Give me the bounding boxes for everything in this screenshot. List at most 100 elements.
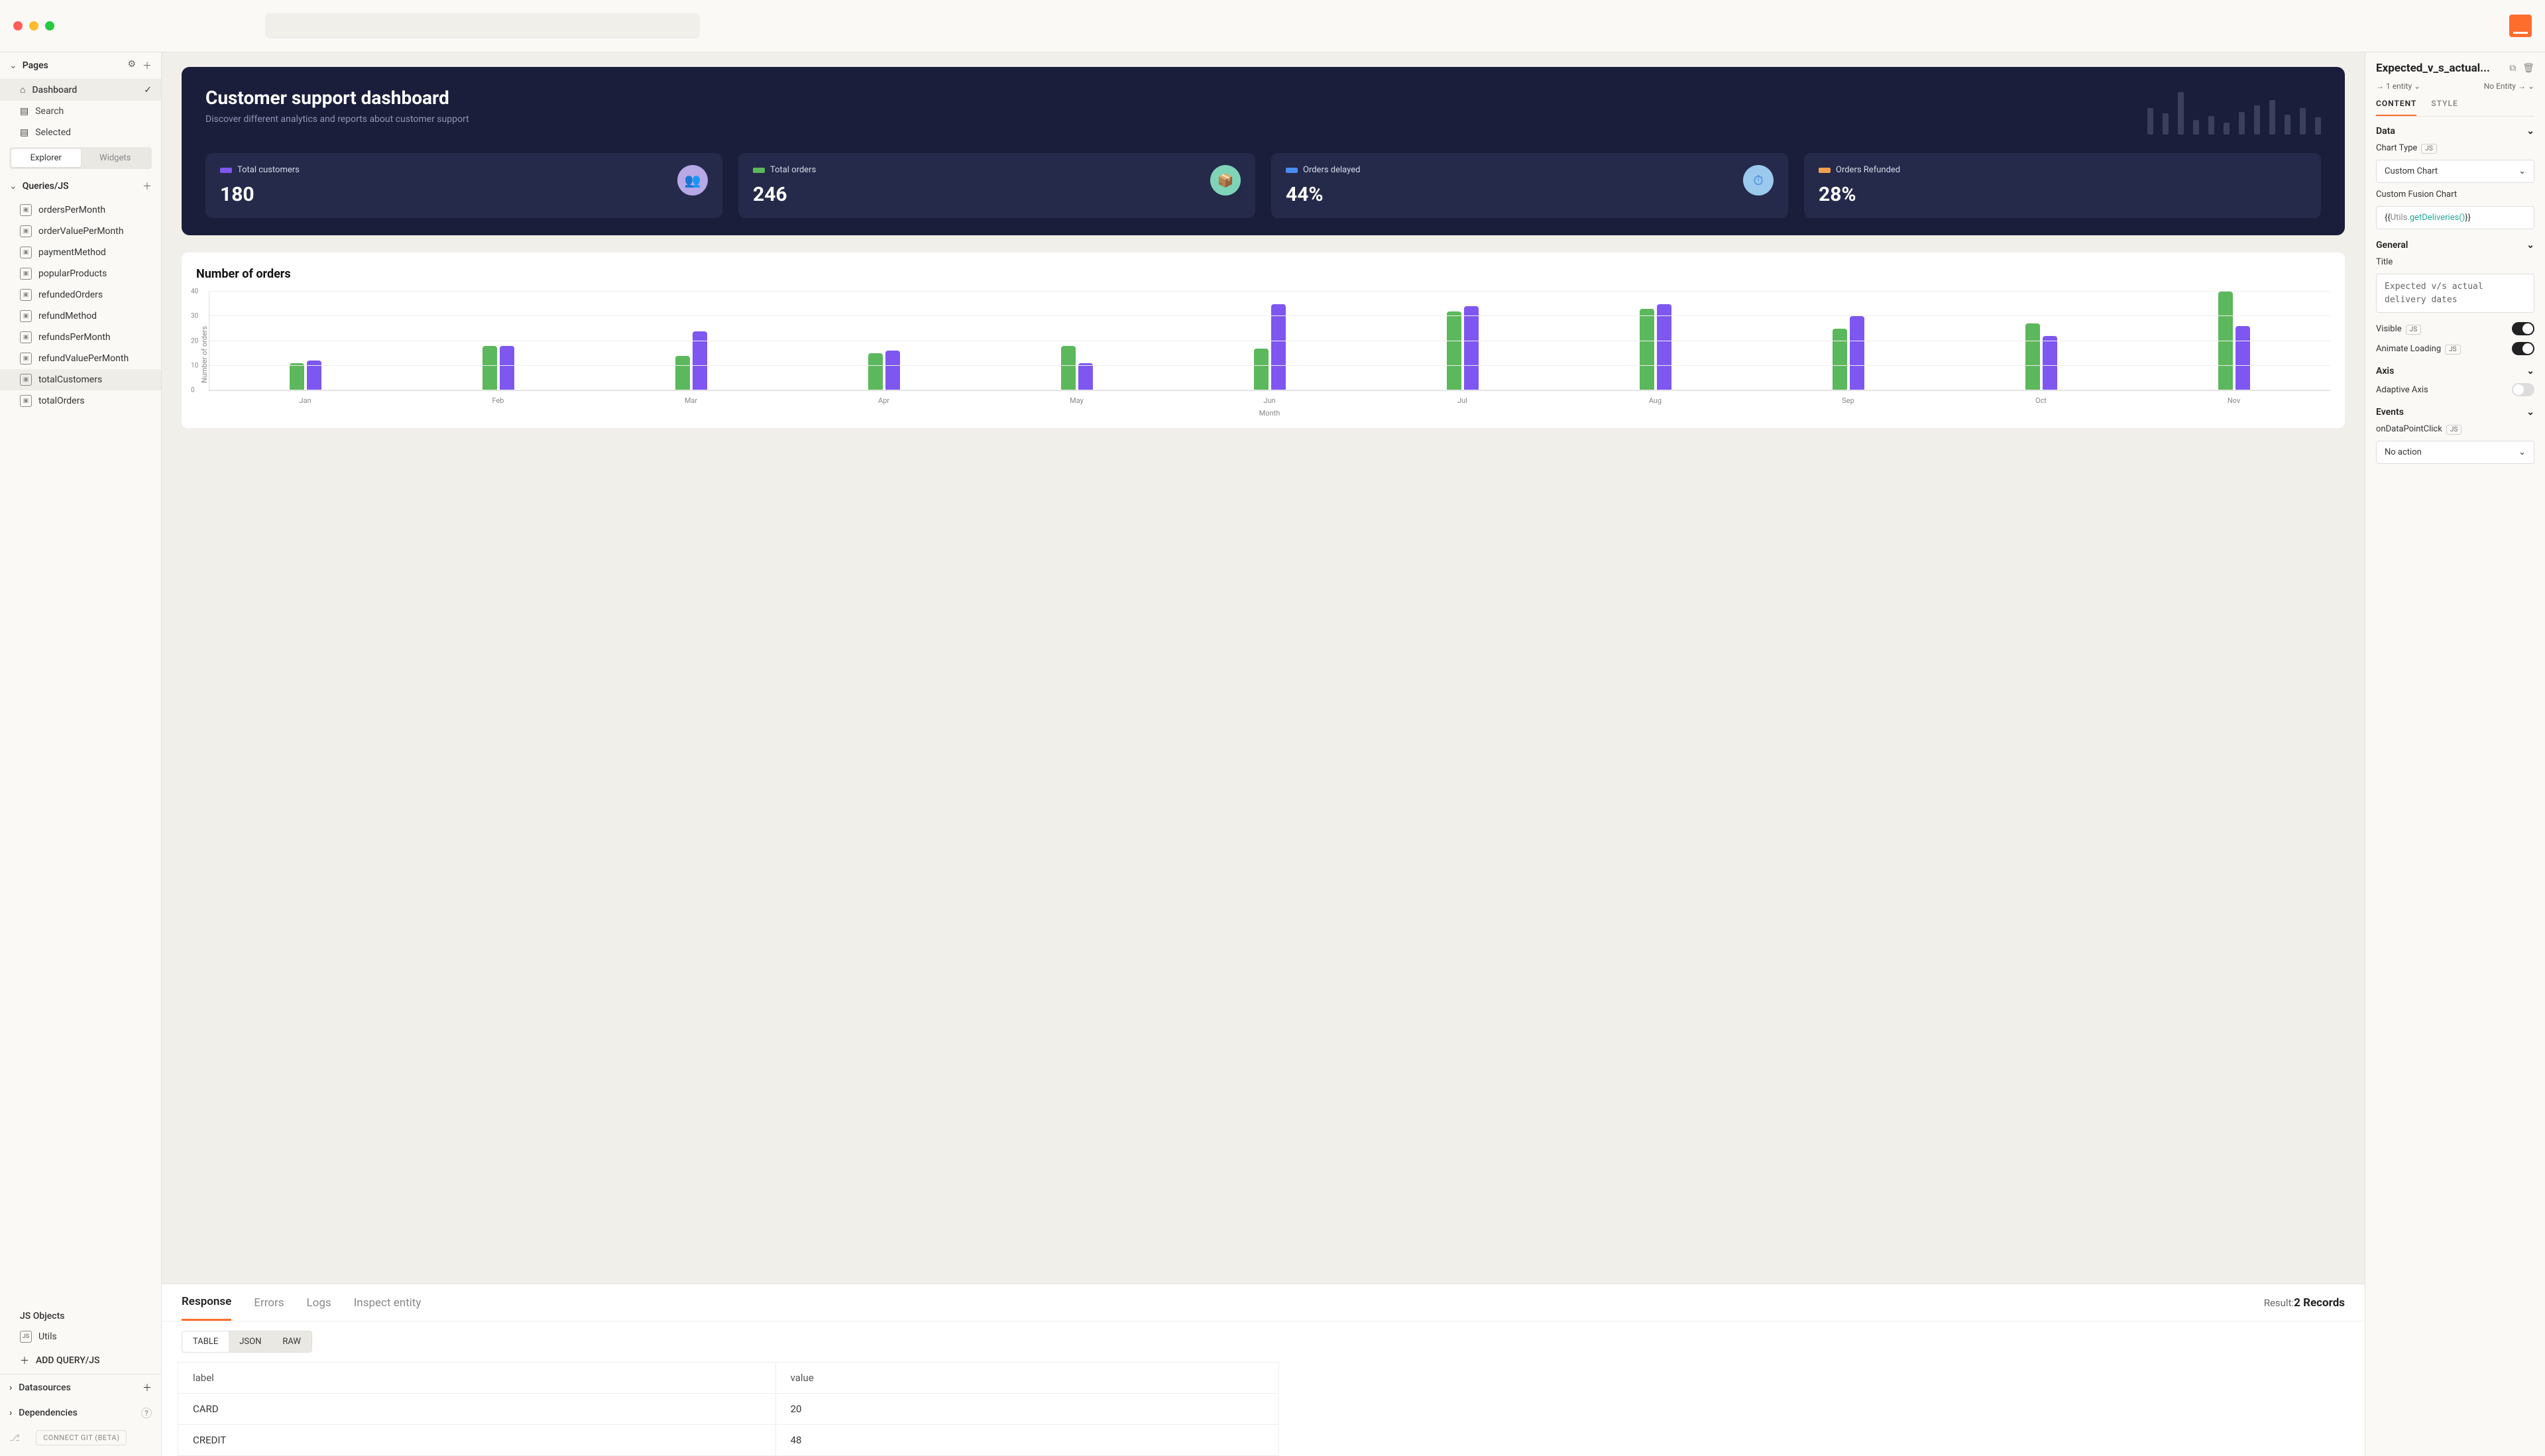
close-window[interactable] [13,21,23,30]
y-tick: 30 [191,313,198,320]
x-tick: May [980,391,1173,405]
chevron-down-icon: ⌄ [2526,366,2534,376]
chart-card: Number of orders Number of orders 010203… [182,252,2345,428]
chevron-down-icon: ⌄ [2518,447,2526,457]
title-input[interactable] [2376,274,2534,313]
minimize-window[interactable] [29,21,38,30]
chart-bar [2043,336,2057,390]
y-tick: 0 [191,387,195,394]
omnibox[interactable] [265,13,700,38]
spark-bar [2208,116,2214,135]
query-item[interactable]: ▣paymentMethod [0,242,161,263]
animate-toggle[interactable] [2512,342,2534,355]
page-item-selected[interactable]: ▤Selected [0,122,161,143]
view-table[interactable]: TABLE [182,1331,229,1352]
spark-bar [2163,113,2169,135]
chevron-down-icon: ⌄ [2526,126,2534,137]
tab-inspect[interactable]: Inspect entity [354,1286,422,1320]
tab-explorer[interactable]: Explorer [11,149,81,167]
bottom-panel: Response Errors Logs Inspect entity Resu… [162,1284,2365,1456]
connect-git-button[interactable]: CONNECT GIT (BETA) [36,1430,127,1445]
js-utils-item[interactable]: JS Utils [0,1326,161,1347]
add-datasource-icon[interactable]: ＋ [142,1381,152,1394]
visible-toggle[interactable] [2512,322,2534,335]
spark-bar [2300,108,2306,135]
page-icon: ⌂ [20,84,25,95]
section-data[interactable]: Data⌄ [2376,126,2534,137]
delete-icon[interactable]: 🗑 [2522,63,2534,74]
kpi-icon: 👥 [677,165,708,196]
maximize-window[interactable] [45,21,54,30]
add-query-button[interactable]: ＋ ADD QUERY/JS [0,1347,161,1374]
bar-group [1945,292,2137,390]
chart-title: Number of orders [182,267,2345,281]
chart-type-label: Chart TypeJS [2376,143,2437,153]
x-tick: Aug [1559,391,1752,405]
bar-group [595,292,788,390]
tab-response[interactable]: Response [182,1284,231,1321]
section-events[interactable]: Events⌄ [2376,407,2534,418]
entity-outgoing[interactable]: No Entity → ⌄ [2484,82,2534,91]
table-row: CREDIT48 [178,1425,1279,1456]
help-icon[interactable]: ? [141,1408,152,1418]
git-icon: ⎇ [9,1433,20,1443]
tab-errors[interactable]: Errors [254,1286,284,1320]
add-page-icon[interactable]: ＋ [142,59,152,72]
chart-bar [2235,326,2250,390]
hero-card: Customer support dashboard Discover diff… [182,67,2345,235]
chart-bar [1447,311,1461,390]
gear-icon[interactable]: ⚙ [127,59,136,72]
query-item[interactable]: ▣refundValuePerMonth [0,348,161,369]
query-item[interactable]: ▣orderValuePerMonth [0,221,161,242]
chevron-down-icon: ⌄ [2526,407,2534,418]
chart-bar [1254,349,1269,390]
js-icon: JS [20,1331,32,1343]
dependencies-header[interactable]: › Dependencies ? [0,1401,161,1425]
page-icon: ▤ [20,127,28,138]
view-raw[interactable]: RAW [272,1331,311,1352]
ondataclick-select[interactable]: No action⌄ [2376,441,2534,464]
x-tick: Oct [1945,391,2137,405]
query-item[interactable]: ▣totalCustomers [0,369,161,390]
query-item[interactable]: ▣totalOrders [0,390,161,412]
fusion-code-input[interactable]: {{Utils.getDeliveries()}} [2376,206,2534,229]
title-label: Title [2376,257,2393,267]
chart-bar [868,353,883,390]
tab-widgets[interactable]: Widgets [81,149,150,167]
query-item[interactable]: ▣refundedOrders [0,284,161,306]
datasources-header[interactable]: › Datasources ＋ [0,1374,161,1401]
app-logo [2509,15,2532,37]
chart-bar [675,356,690,390]
spark-bar [2178,92,2184,135]
chevron-down-icon: ⌄ [2518,166,2526,176]
chart-type-select[interactable]: Custom Chart⌄ [2376,160,2534,183]
view-json[interactable]: JSON [229,1331,272,1352]
query-item[interactable]: ▣refundMethod [0,306,161,327]
tab-style[interactable]: STYLE [2431,99,2458,116]
add-query-icon[interactable]: ＋ [142,180,152,193]
section-axis[interactable]: Axis⌄ [2376,366,2534,376]
query-item[interactable]: ▣refundsPerMonth [0,327,161,348]
pages-header[interactable]: ⌄ Pages ⚙ ＋ [0,52,161,79]
explorer-widgets-toggle: Explorer Widgets [9,147,152,169]
database-icon: ▣ [20,289,32,301]
chart-bar [290,363,304,390]
tab-content[interactable]: CONTENT [2376,99,2416,116]
js-objects-header[interactable]: JS Objects [0,1306,161,1326]
x-tick: Jun [1173,391,1366,405]
entity-incoming[interactable]: → 1 entity ⌄ [2376,82,2420,91]
y-tick: 10 [191,362,198,369]
adaptive-axis-toggle[interactable] [2512,383,2534,396]
copy-icon[interactable]: ⧉ [2509,63,2516,74]
widget-name: Expected_v_s_actual... [2376,62,2503,75]
chevron-down-icon: ⌄ [2526,240,2534,251]
section-general[interactable]: General⌄ [2376,240,2534,251]
tab-logs[interactable]: Logs [307,1286,331,1320]
spark-bar [2254,105,2260,135]
page-item-dashboard[interactable]: ⌂Dashboard✓ [0,79,161,101]
query-item[interactable]: ▣ordersPerMonth [0,199,161,221]
page-item-search[interactable]: ▤Search [0,101,161,122]
bar-group [2137,292,2330,390]
queries-header[interactable]: ⌄ Queries/JS ＋ [0,173,161,199]
query-item[interactable]: ▣popularProducts [0,263,161,284]
